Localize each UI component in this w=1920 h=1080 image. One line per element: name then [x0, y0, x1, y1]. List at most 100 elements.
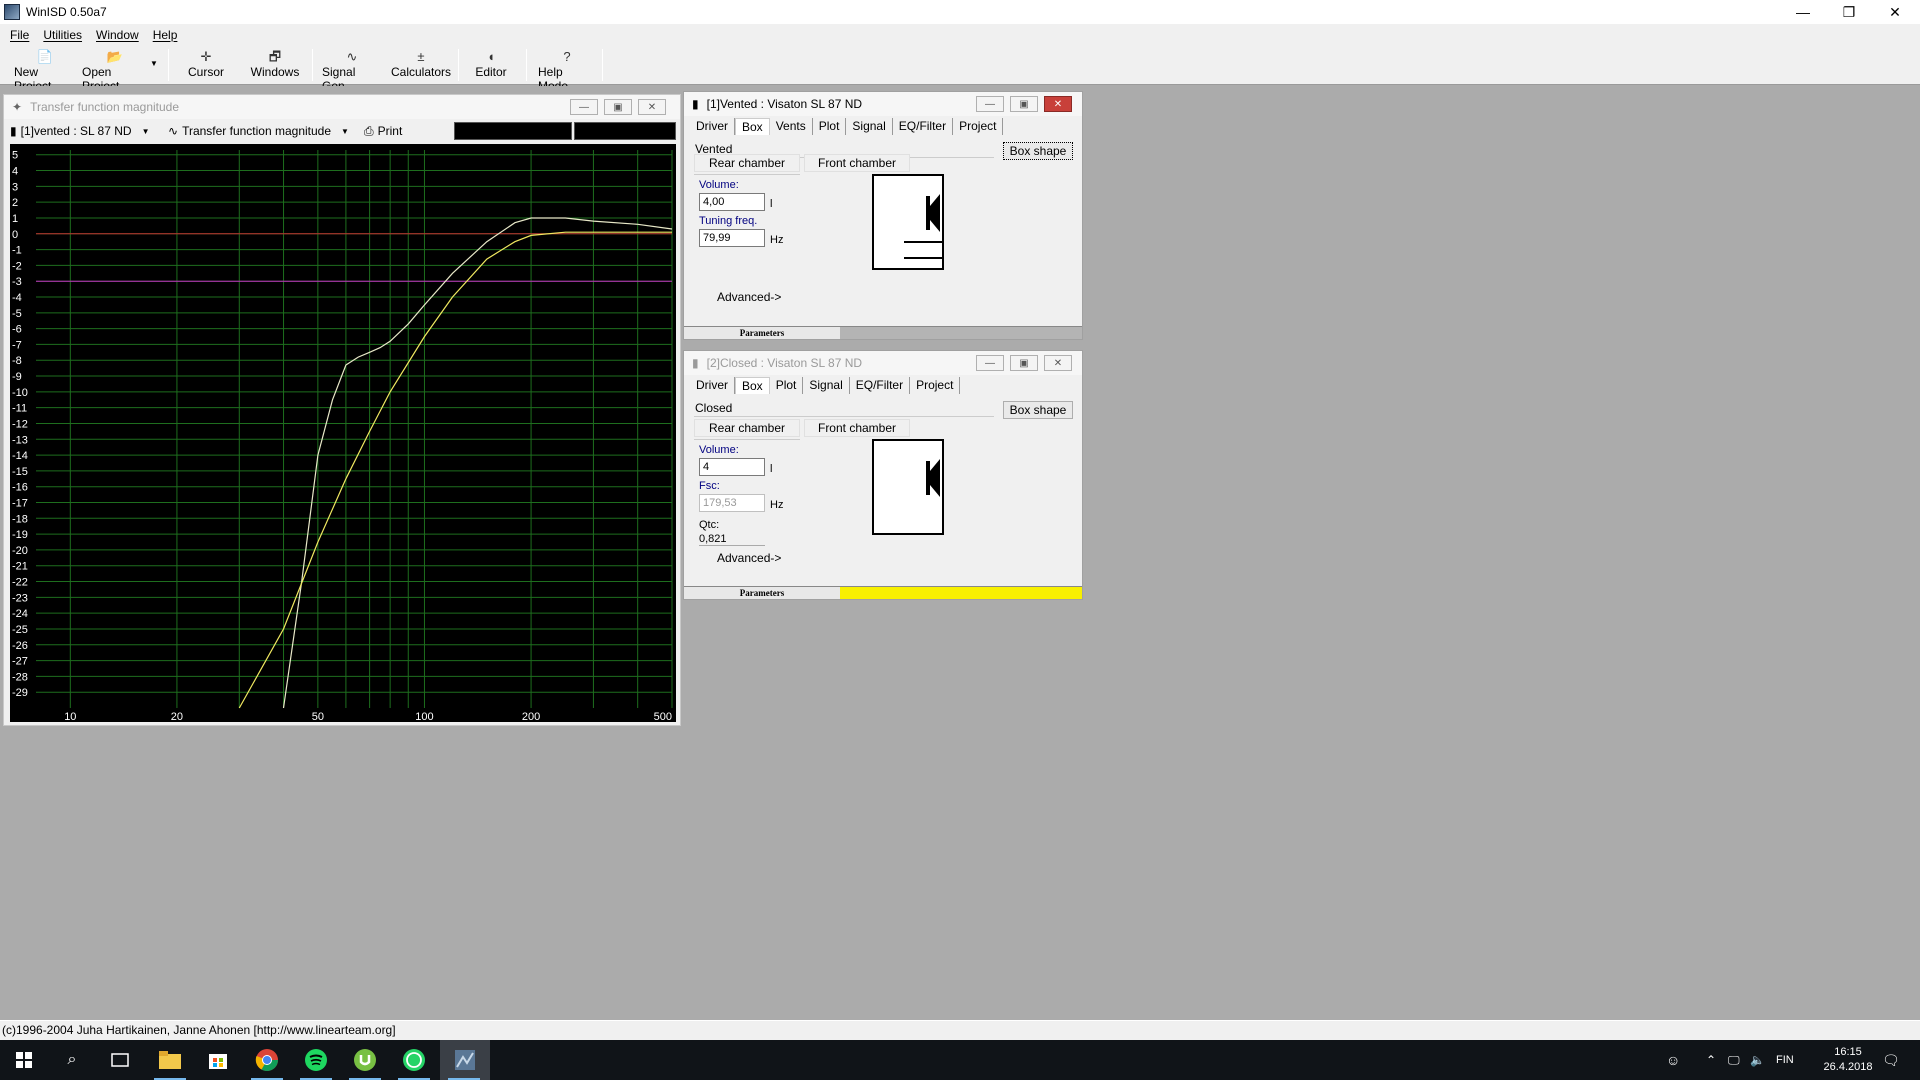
tab-driver[interactable]: Driver	[690, 377, 735, 394]
menu-utilities[interactable]: Utilities	[43, 28, 82, 42]
tab-driver[interactable]: Driver	[690, 118, 735, 135]
open-project-dropdown-icon[interactable]: ▼	[150, 59, 158, 68]
new-project-icon: 📄	[36, 49, 54, 64]
rear-chamber-button[interactable]: Rear chamber	[694, 154, 800, 172]
help-mode-button[interactable]: ? Help Mode	[538, 48, 596, 93]
fsc-input[interactable]: 179,53	[699, 494, 765, 512]
calculators-button[interactable]: ± Calculators	[390, 48, 452, 84]
tab-vents[interactable]: Vents	[770, 118, 813, 135]
y-tick-label: -27	[12, 656, 28, 668]
graph-restore-button[interactable]: ▣	[604, 99, 632, 115]
y-tick-label: 4	[12, 166, 18, 178]
close-button[interactable]: ✕	[1872, 0, 1918, 24]
toolbar-separator	[312, 49, 313, 81]
closed-close-button[interactable]: ✕	[1044, 355, 1072, 371]
vented-minimize-button[interactable]: —	[976, 96, 1004, 112]
volume-label: Volume:	[699, 179, 739, 191]
print-button[interactable]: ⎙ Print	[364, 124, 402, 139]
toolbar-separator	[168, 49, 169, 81]
printer-icon: ⎙	[364, 123, 374, 138]
parameters-label: Parameters	[684, 327, 840, 339]
front-chamber-button[interactable]: Front chamber	[804, 154, 910, 172]
tuning-freq-input[interactable]: 79,99	[699, 229, 765, 247]
search-icon[interactable]: ⌕	[48, 1040, 96, 1080]
rear-chamber-button[interactable]: Rear chamber	[694, 419, 800, 437]
chrome-icon[interactable]	[243, 1040, 291, 1080]
volume-input[interactable]: 4	[699, 458, 765, 476]
project-select[interactable]: ▮ [1]vented : SL 87 ND ▼	[10, 124, 160, 138]
toolbar-separator	[458, 49, 459, 81]
new-project-button[interactable]: 📄 New Project	[14, 48, 76, 93]
graph-close-button[interactable]: ✕	[638, 99, 666, 115]
y-tick-label: -29	[12, 687, 28, 699]
menu-help[interactable]: Help	[153, 28, 178, 42]
restore-button[interactable]: ❐	[1826, 0, 1872, 24]
chevron-up-icon[interactable]: ⌃	[1706, 1040, 1716, 1080]
volume-unit: l	[770, 198, 773, 210]
y-tick-label: -12	[12, 418, 28, 430]
front-chamber-button[interactable]: Front chamber	[804, 419, 910, 437]
tab-project[interactable]: Project	[910, 377, 961, 394]
language-indicator[interactable]: FIN	[1776, 1040, 1794, 1080]
vented-restore-button[interactable]: ▣	[1010, 96, 1038, 112]
tab-box[interactable]: Box	[735, 377, 770, 394]
spotify-icon[interactable]	[292, 1040, 340, 1080]
y-tick-label: -17	[12, 498, 28, 510]
winisd-taskbar-icon[interactable]	[440, 1040, 490, 1080]
closed-restore-button[interactable]: ▣	[1010, 355, 1038, 371]
utorrent-icon[interactable]	[341, 1040, 389, 1080]
tab-plot[interactable]: Plot	[813, 118, 847, 135]
tab-box[interactable]: Box	[735, 118, 770, 135]
graph-toolbar: ▮ [1]vented : SL 87 ND ▼ ∿ Transfer func…	[10, 120, 676, 142]
file-explorer-icon[interactable]	[146, 1040, 194, 1080]
closed-box-window: ▮ [2]Closed : Visaton SL 87 ND — ▣ ✕ Dri…	[683, 350, 1083, 600]
toolbar: 📄 New Project 📂 Open Project ▼ ✛ Cursor …	[0, 45, 1920, 93]
volume-input[interactable]: 4,00	[699, 193, 765, 211]
open-folder-icon: 📂	[106, 49, 124, 64]
windows-button[interactable]: 🗗 Windows	[250, 48, 300, 84]
graph-minimize-button[interactable]: —	[570, 99, 598, 115]
tab-signal[interactable]: Signal	[846, 118, 893, 135]
calculators-label: Calculators	[390, 65, 452, 79]
store-icon[interactable]	[194, 1040, 242, 1080]
title-bar: WinISD 0.50a7 — ❐ ✕	[0, 0, 1920, 24]
open-project-button[interactable]: 📂 Open Project	[82, 48, 148, 93]
tab-eq-filter[interactable]: EQ/Filter	[893, 118, 954, 135]
task-view-icon[interactable]	[96, 1040, 144, 1080]
tab-eq-filter[interactable]: EQ/Filter	[850, 377, 911, 394]
menu-window[interactable]: Window	[96, 28, 139, 42]
advanced-link[interactable]: Advanced->	[717, 290, 781, 304]
chevron-down-icon: ▼	[141, 126, 150, 136]
project-select-value: [1]vented : SL 87 ND	[20, 124, 132, 138]
minimize-button[interactable]: —	[1780, 0, 1826, 24]
volume-icon[interactable]: 🔈	[1750, 1040, 1765, 1080]
people-icon[interactable]: ☺	[1666, 1040, 1680, 1080]
cursor-button[interactable]: ✛ Cursor	[186, 48, 226, 84]
box-shape-button[interactable]: Box shape	[1003, 401, 1073, 419]
tab-project[interactable]: Project	[953, 118, 1004, 135]
tab-signal[interactable]: Signal	[803, 377, 850, 394]
notifications-icon[interactable]: 🗨	[1882, 1040, 1900, 1080]
closed-box-diagram	[872, 439, 944, 535]
editor-button[interactable]: ◖ Editor	[472, 48, 510, 84]
network-icon[interactable]: 🖵	[1728, 1040, 1740, 1080]
advanced-link[interactable]: Advanced->	[717, 551, 781, 565]
crosshair-icon: ✛	[200, 49, 212, 64]
graph-type-select[interactable]: ∿ Transfer function magnitude ▼	[168, 124, 354, 138]
vented-close-button[interactable]: ✕	[1044, 96, 1072, 112]
tab-plot[interactable]: Plot	[770, 377, 804, 394]
clock[interactable]: 16:15 26.4.2018	[1818, 1040, 1878, 1080]
tuning-freq-label: Tuning freq.	[699, 215, 758, 227]
start-button[interactable]	[0, 1040, 48, 1080]
volume-unit: l	[770, 463, 773, 475]
whatsapp-icon[interactable]	[390, 1040, 438, 1080]
y-tick-label: -14	[12, 450, 28, 462]
toolbar-separator	[602, 49, 603, 81]
signal-gen-button[interactable]: ∿ Signal Gen.	[322, 48, 382, 93]
y-tick-label: -2	[12, 260, 22, 272]
box-shape-button[interactable]: Box shape	[1003, 142, 1073, 160]
y-tick-label: -16	[12, 482, 28, 494]
transfer-function-plot[interactable]: 5 4 3 2 1 0 -1 -2 -3 -4 -5 -6 -7 -8 -9 -10 -11 -12 -13 -14-…	[10, 144, 676, 722]
closed-minimize-button[interactable]: —	[976, 355, 1004, 371]
menu-file[interactable]: File	[10, 28, 29, 42]
